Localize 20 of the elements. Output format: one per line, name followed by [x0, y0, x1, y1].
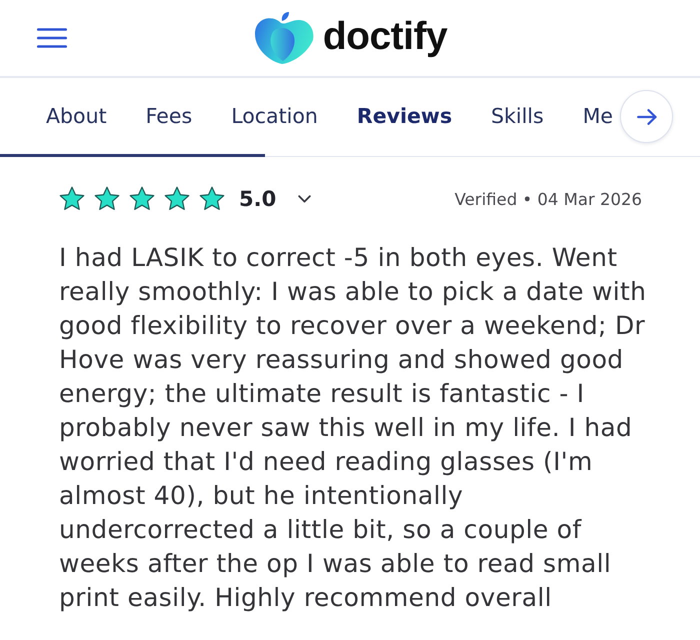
chevron-down-icon[interactable]	[298, 195, 312, 203]
menu-icon[interactable]	[37, 28, 67, 48]
review-text: I had LASIK to correct -5 in both eyes. Went really smoothly: I was able to pick a date with good flexibility to recover over a weekend; Dr Hove was very reassuring and showed good energy; the ultimate result is fantastic - I probably never saw this well in my life. I had worried that I'd need reading glasses (I'm almost 40), but he intentionally undercorrected a little bit, so a couple of weeks after the op I was able to read small print easily. Highly recommend overall	[59, 242, 648, 614]
rating-value: 5.0	[239, 187, 276, 211]
review-meta: Verified • 04 Mar 2026	[454, 190, 642, 208]
star-icon	[59, 186, 85, 212]
star-icon	[164, 186, 190, 212]
arrow-right-icon	[636, 108, 656, 124]
tab[interactable]: Me	[582, 104, 613, 128]
tab[interactable]: Fees	[146, 104, 192, 128]
heart-logo-icon	[254, 12, 315, 64]
tab[interactable]: About	[46, 104, 107, 128]
star-icon	[94, 186, 120, 212]
star-icon	[199, 186, 225, 212]
tab[interactable]: Reviews	[356, 104, 452, 128]
logo-text: doctify	[322, 16, 448, 60]
star-icon	[129, 186, 155, 212]
scroll-right-button[interactable]	[620, 90, 673, 143]
tab[interactable]: Location	[231, 104, 318, 128]
tab[interactable]: Skills	[491, 104, 544, 128]
